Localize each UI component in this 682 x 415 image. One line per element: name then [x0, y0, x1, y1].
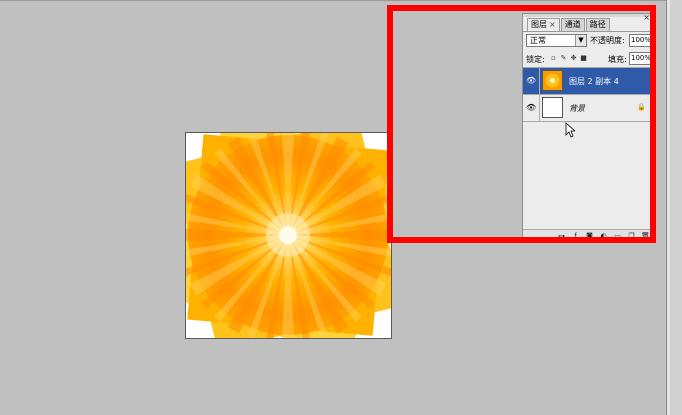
tab-layers[interactable]: 图层 × — [527, 18, 560, 31]
lock-paint-icon[interactable]: ✎ — [560, 54, 567, 62]
lock-icon: 🔒 — [637, 103, 646, 111]
opacity-value: 100% — [631, 36, 652, 44]
fx-icon[interactable]: ƒ — [571, 232, 580, 240]
panel-titlebar[interactable]: × — [523, 13, 652, 22]
tab-close-icon[interactable]: × — [549, 20, 556, 29]
adjustment-icon[interactable]: ◐ — [599, 232, 608, 240]
blend-mode-select[interactable]: 正常 ▼ — [526, 34, 587, 47]
lock-fill-row: 锁定: ▫ ✎ ✥ ■ 填充: 100% — [526, 52, 653, 66]
fill-label: 填充: — [608, 55, 627, 64]
tab-channels[interactable]: 通道 — [560, 18, 585, 31]
mouse-cursor-icon — [565, 122, 575, 138]
panel-footer: ⊶ ƒ ◙ ◐ ▭ ❐ 🗑 — [523, 229, 652, 242]
layer-row-background[interactable]: 👁 背景 🔒 — [523, 95, 652, 121]
eye-icon[interactable]: 👁 — [526, 76, 536, 85]
opacity-input[interactable]: 100% — [629, 34, 653, 47]
chevron-down-icon[interactable]: ▼ — [575, 35, 586, 46]
eye-column-divider — [539, 68, 540, 94]
document-canvas[interactable] — [185, 132, 392, 339]
group-icon[interactable]: ▭ — [613, 232, 622, 240]
lock-transparent-icon[interactable]: ▫ — [550, 54, 557, 62]
top-border — [0, 0, 682, 1]
blend-opacity-row: 正常 ▼ 不透明度: 100% — [526, 34, 653, 48]
panel-close-icon[interactable]: × — [643, 13, 650, 22]
tab-layers-label: 图层 — [531, 20, 547, 29]
new-layer-icon[interactable]: ❐ — [627, 232, 636, 240]
divider — [523, 121, 652, 122]
layers-panel: × 图层 × 通道 路径 正常 ▼ 不透明度: 100% 锁定: ▫ ✎ ✥ ■ … — [522, 13, 653, 243]
sunburst-image — [186, 133, 391, 338]
layer-row-copy4[interactable]: 👁 图层 2 副本 4 — [523, 68, 652, 94]
lock-all-icon[interactable]: ■ — [580, 54, 587, 62]
tab-paths-label: 路径 — [589, 20, 606, 29]
blend-mode-value: 正常 — [530, 36, 546, 45]
tab-channels-label: 通道 — [564, 20, 581, 29]
lock-icons: ▫ ✎ ✥ ■ — [550, 54, 587, 62]
mask-icon[interactable]: ◙ — [585, 232, 594, 240]
layer-name: 图层 2 副本 4 — [569, 77, 619, 86]
layer-thumbnail — [542, 97, 563, 118]
link-icon[interactable]: ⊶ — [557, 232, 566, 240]
lock-move-icon[interactable]: ✥ — [570, 54, 577, 62]
fill-value: 100% — [631, 54, 652, 62]
panel-tabs: 图层 × 通道 路径 — [527, 18, 611, 31]
opacity-label: 不透明度: — [590, 36, 625, 45]
fill-input[interactable]: 100% — [629, 52, 653, 65]
tab-divider — [523, 31, 652, 32]
layer-thumbnail — [542, 70, 563, 91]
eye-column-divider — [539, 95, 540, 121]
lock-label: 锁定: — [526, 55, 545, 64]
right-scroll-area[interactable] — [670, 0, 682, 415]
layer-name: 背景 — [569, 104, 585, 113]
tab-paths[interactable]: 路径 — [585, 18, 610, 31]
trash-icon[interactable]: 🗑 — [641, 232, 650, 240]
eye-icon[interactable]: 👁 — [526, 103, 536, 112]
